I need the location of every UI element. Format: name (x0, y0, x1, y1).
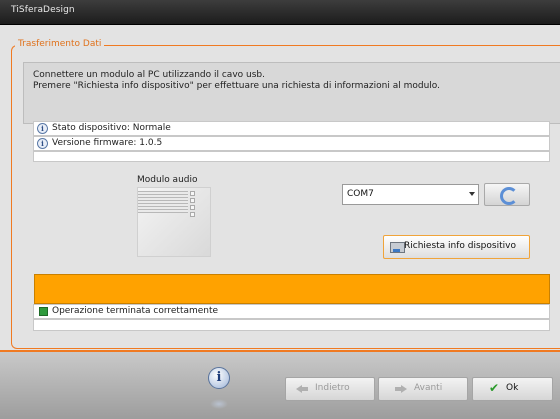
info-icon: i (37, 123, 48, 134)
instruction-line-2: Premere "Richiesta info dispositivo" per… (33, 81, 440, 91)
status-row: Operazione terminata correttamente (33, 304, 550, 319)
ok-button[interactable]: ✔ Ok (472, 377, 553, 401)
check-icon: ✔ (489, 381, 500, 395)
instruction-line-1: Connettere un modulo al PC utilizzando i… (33, 70, 265, 80)
request-device-info-button[interactable]: Richiesta info dispositivo (383, 235, 530, 259)
device-status-row: i Stato dispositivo: Normale (33, 121, 550, 136)
chevron-down-icon[interactable] (469, 192, 475, 196)
status-blank-row (33, 319, 550, 331)
status-ok-icon (39, 307, 48, 316)
module-leds (190, 191, 195, 217)
status-text: Operazione terminata correttamente (52, 306, 219, 316)
back-label: Indietro (315, 383, 350, 393)
next-label: Avanti (414, 383, 443, 393)
next-button[interactable]: Avanti (378, 377, 468, 401)
refresh-icon (500, 187, 518, 205)
info-icon: i (37, 138, 48, 149)
title-bar[interactable]: TiSferaDesign (0, 0, 560, 25)
request-device-info-label: Richiesta info dispositivo (404, 241, 516, 251)
speaker-grill (138, 191, 188, 213)
firmware-version-row: i Versione firmware: 1.0.5 (33, 136, 550, 151)
instructions-panel: Connettere un modulo al PC utilizzando i… (23, 62, 560, 124)
device-icon (390, 242, 405, 253)
refresh-ports-button[interactable] (484, 183, 530, 206)
arrow-right-icon (395, 385, 407, 393)
firmware-version-text: Versione firmware: 1.0.5 (52, 138, 163, 148)
com-port-value: COM7 (347, 189, 374, 199)
help-icon-reflection (210, 399, 228, 409)
help-info-icon[interactable]: i (208, 367, 230, 389)
info-list-blank-row (33, 151, 550, 162)
audio-module-image (137, 187, 211, 257)
window-title: TiSferaDesign (11, 5, 75, 15)
arrow-left-icon (296, 385, 308, 393)
main-window: TiSferaDesign Trasferimento Dati Connett… (0, 0, 560, 419)
device-status-text: Stato dispositivo: Normale (52, 123, 171, 133)
group-legend: Trasferimento Dati (15, 39, 105, 50)
back-button[interactable]: Indietro (285, 377, 375, 401)
transfer-progress-bar (34, 274, 550, 304)
ok-label: Ok (506, 383, 519, 393)
module-label: Modulo audio (137, 175, 198, 185)
com-port-select[interactable]: COM7 (342, 184, 479, 205)
